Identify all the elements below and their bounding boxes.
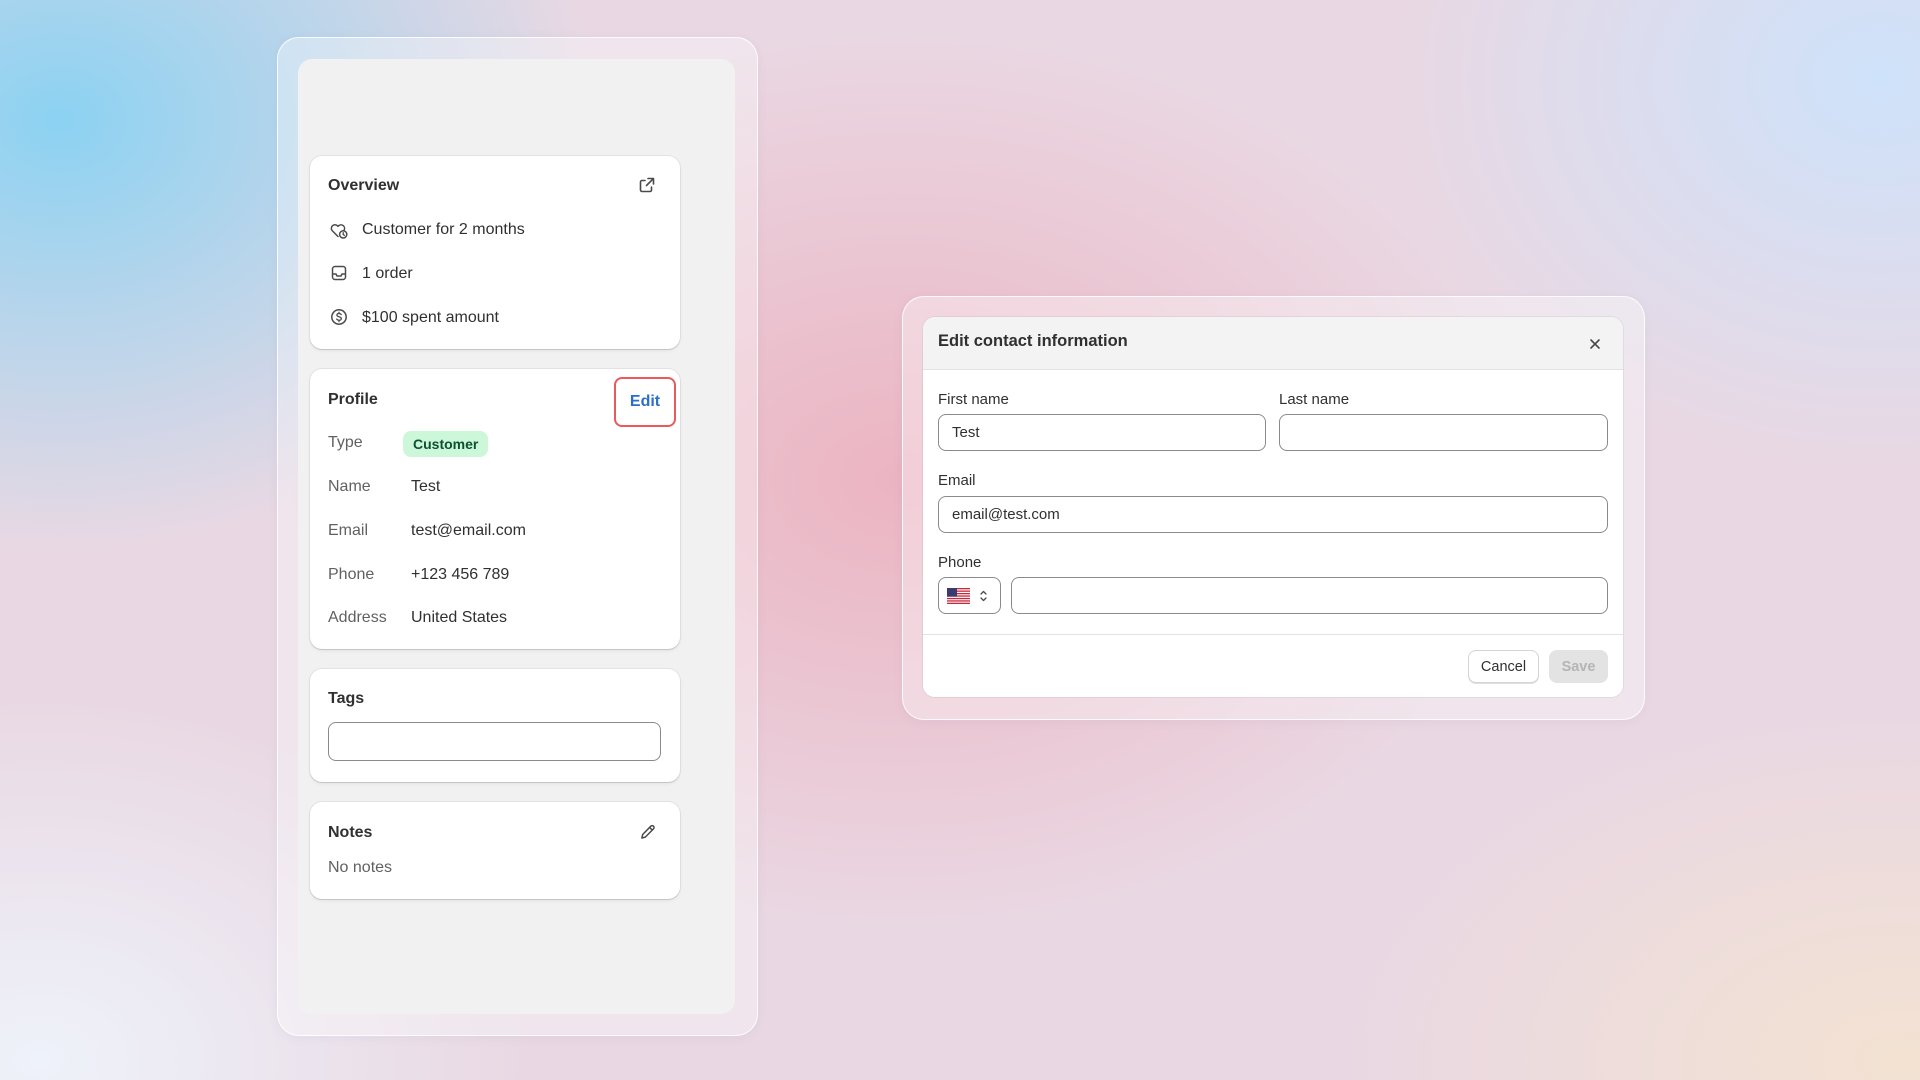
- profile-address-value: United States: [411, 609, 508, 626]
- profile-title: Profile: [328, 391, 378, 408]
- overview-customer-since: Customer for 2 months: [362, 221, 525, 238]
- profile-email-label: Email: [328, 522, 369, 539]
- overview-title: Overview: [328, 177, 400, 194]
- select-chevron-icon: [980, 590, 987, 602]
- first-name-label: First name: [938, 391, 1009, 408]
- modal-title: Edit contact information: [938, 332, 1128, 350]
- profile-name-value: Test: [411, 478, 441, 495]
- profile-phone-label: Phone: [328, 566, 375, 583]
- modal-footer: Cancel Save: [923, 634, 1623, 697]
- save-button[interactable]: Save: [1549, 650, 1608, 683]
- edit-profile-button[interactable]: Edit: [614, 377, 676, 427]
- edit-contact-modal: Edit contact information First name Test…: [923, 317, 1623, 697]
- profile-card: Profile Edit Type Customer Name Test Ema…: [310, 369, 680, 649]
- customer-since-icon: [330, 224, 348, 239]
- order-icon: [331, 265, 347, 281]
- modal-header: Edit contact information: [923, 317, 1623, 370]
- phone-label: Phone: [938, 554, 982, 571]
- country-code-select[interactable]: [938, 577, 1001, 614]
- first-name-input[interactable]: Test: [938, 414, 1266, 451]
- dollar-icon: [331, 309, 347, 325]
- profile-name-label: Name: [328, 478, 371, 495]
- notes-title: Notes: [328, 824, 373, 841]
- customer-type-badge: Customer: [403, 431, 489, 457]
- notes-empty-text: No notes: [328, 859, 393, 876]
- close-modal-button[interactable]: [1580, 329, 1610, 359]
- overview-spent: $100 spent amount: [362, 309, 499, 326]
- overview-orders: 1 order: [362, 265, 413, 282]
- profile-address-label: Address: [328, 609, 387, 626]
- profile-email-value: test@email.com: [411, 522, 526, 539]
- customer-panel: Overview Customer for 2 months 1 order $…: [298, 59, 735, 1014]
- overview-card: Overview Customer for 2 months 1 order $…: [310, 156, 680, 349]
- profile-phone-value: +123 456 789: [411, 566, 510, 583]
- close-icon: [1590, 339, 1600, 349]
- us-flag-icon: [947, 588, 970, 604]
- tags-card: Tags: [310, 669, 680, 782]
- email-input[interactable]: email@test.com: [938, 496, 1608, 533]
- pencil-icon[interactable]: [639, 823, 657, 841]
- email-label: Email: [938, 472, 976, 489]
- tags-title: Tags: [328, 690, 365, 707]
- customer-panel-frame: Overview Customer for 2 months 1 order $…: [277, 37, 758, 1036]
- phone-input[interactable]: [1011, 577, 1608, 614]
- profile-type-label: Type: [328, 434, 363, 451]
- last-name-input[interactable]: [1279, 414, 1608, 451]
- notes-card: Notes No notes: [310, 802, 680, 899]
- external-link-icon[interactable]: [638, 176, 656, 194]
- last-name-label: Last name: [1279, 391, 1350, 408]
- edit-contact-modal-frame: Edit contact information First name Test…: [902, 296, 1645, 720]
- tags-input[interactable]: [328, 722, 661, 761]
- cancel-button[interactable]: Cancel: [1468, 650, 1539, 683]
